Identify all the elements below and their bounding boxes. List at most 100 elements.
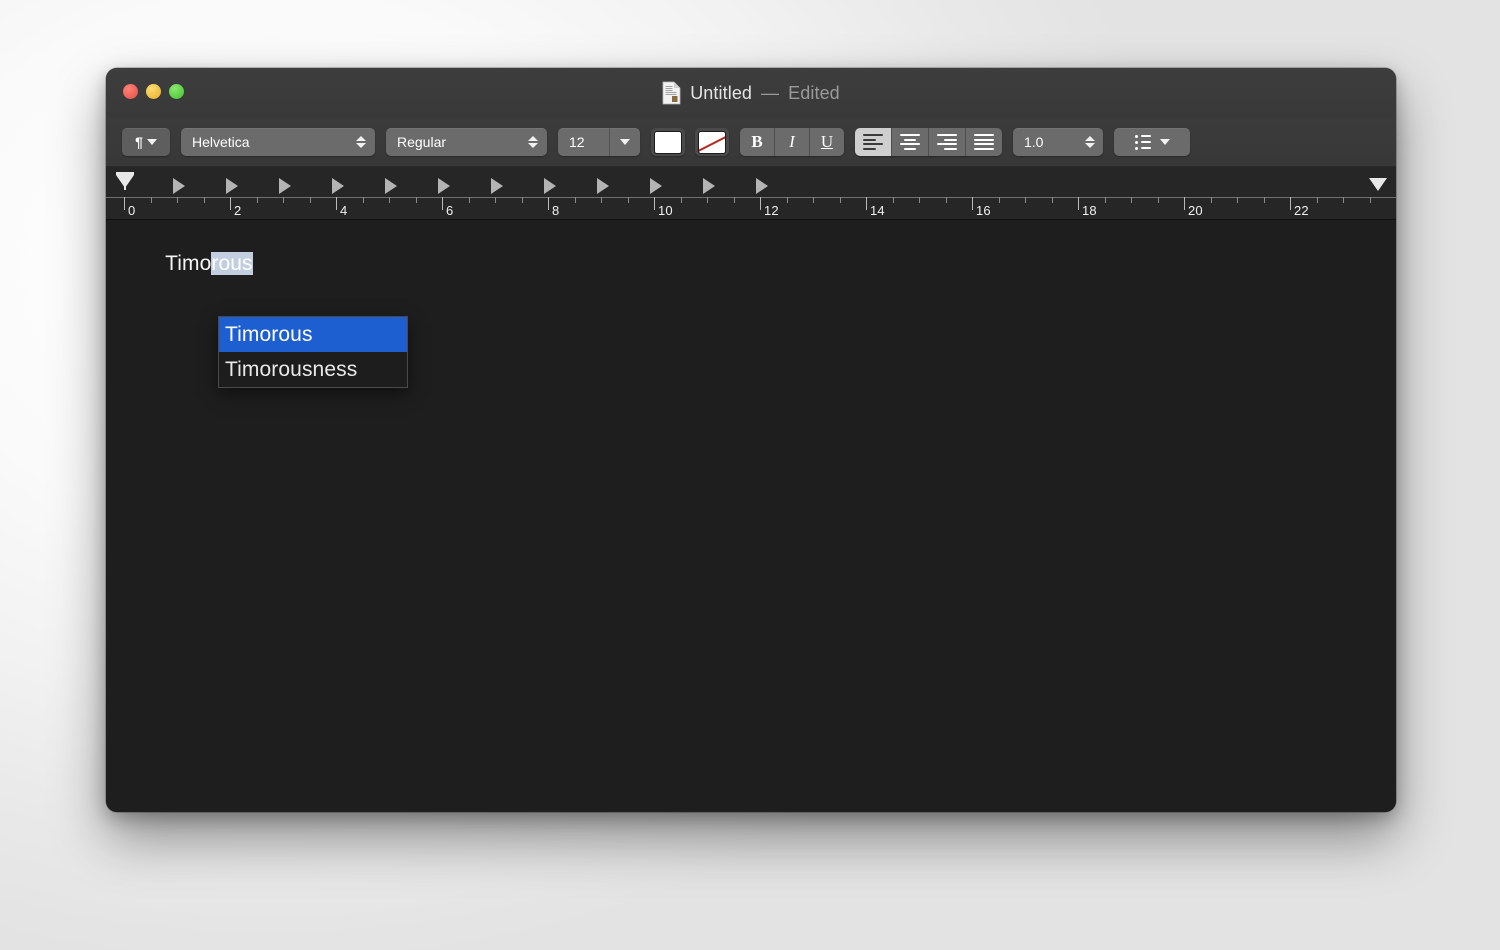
ruler-minor-tick xyxy=(1370,197,1371,203)
ruler-minor-tick xyxy=(893,197,894,203)
ruler-minor-tick xyxy=(1158,197,1159,203)
window-titlebar[interactable]: Untitled — Edited xyxy=(106,68,1396,118)
bulleted-list-icon xyxy=(1135,135,1151,150)
ruler-label: 12 xyxy=(764,203,779,218)
autocomplete-popup: Timorous Timorousness xyxy=(218,316,408,388)
ruler-minor-tick xyxy=(628,197,629,203)
ruler-tab-stop[interactable] xyxy=(438,178,450,194)
ruler-label: 4 xyxy=(340,203,347,218)
bold-button[interactable]: B xyxy=(740,128,775,156)
minimize-button[interactable] xyxy=(146,84,161,99)
text-color-swatch xyxy=(654,131,682,154)
ruler-minor-tick xyxy=(522,197,523,203)
ruler-tab-stop[interactable] xyxy=(279,178,291,194)
ruler-minor-tick xyxy=(495,197,496,203)
ruler[interactable]: 024681012141618202224 xyxy=(106,167,1396,220)
ruler-tab-stop[interactable] xyxy=(332,178,344,194)
ruler-tab-stop[interactable] xyxy=(226,178,238,194)
ruler-minor-tick xyxy=(257,197,258,203)
ruler-major-tick xyxy=(336,197,337,210)
ruler-label: 2 xyxy=(234,203,241,218)
italic-label: I xyxy=(789,132,795,152)
ruler-minor-tick xyxy=(1317,197,1318,203)
ruler-label: 8 xyxy=(552,203,559,218)
ruler-minor-tick xyxy=(204,197,205,203)
ruler-tab-stop[interactable] xyxy=(173,178,185,194)
chevron-down-icon xyxy=(620,139,630,145)
ruler-minor-tick xyxy=(469,197,470,203)
ruler-label: 18 xyxy=(1082,203,1097,218)
ruler-major-tick xyxy=(1290,197,1291,210)
ruler-minor-tick xyxy=(310,197,311,203)
align-justify-button[interactable] xyxy=(966,128,1002,156)
ruler-minor-tick xyxy=(707,197,708,203)
ruler-major-tick xyxy=(1184,197,1185,210)
ruler-major-tick xyxy=(1078,197,1079,210)
text-color-button[interactable] xyxy=(651,128,685,156)
window-title: Untitled xyxy=(690,83,752,104)
font-family-select[interactable]: Helvetica xyxy=(181,128,375,156)
ruler-label: 20 xyxy=(1188,203,1203,218)
background-color-none-swatch xyxy=(698,131,726,154)
ruler-minor-tick xyxy=(840,197,841,203)
align-right-button[interactable] xyxy=(929,128,966,156)
font-size-value: 12 xyxy=(558,128,609,156)
ruler-tab-stop[interactable] xyxy=(385,178,397,194)
font-style-value: Regular xyxy=(397,134,446,150)
line-spacing-select[interactable]: 1.0 xyxy=(1013,128,1103,156)
autocomplete-item-label: Timorous xyxy=(225,323,313,347)
ruler-tab-stop[interactable] xyxy=(491,178,503,194)
autocomplete-item[interactable]: Timorousness xyxy=(219,352,407,387)
text-style-segmented-control: B I U xyxy=(740,128,844,156)
alignment-segmented-control xyxy=(855,128,1002,156)
ruler-minor-tick xyxy=(1052,197,1053,203)
close-button[interactable] xyxy=(123,84,138,99)
list-style-button[interactable] xyxy=(1114,128,1190,156)
ruler-minor-tick xyxy=(1131,197,1132,203)
underline-button[interactable]: U xyxy=(810,128,844,156)
ruler-minor-tick xyxy=(177,197,178,203)
ruler-minor-tick xyxy=(601,197,602,203)
font-style-select[interactable]: Regular xyxy=(386,128,547,156)
background-color-button[interactable] xyxy=(695,128,729,156)
ruler-tab-stop[interactable] xyxy=(703,178,715,194)
stepper-icon xyxy=(355,136,367,148)
ruler-major-tick xyxy=(442,197,443,210)
align-left-button[interactable] xyxy=(855,128,892,156)
ruler-label: 6 xyxy=(446,203,453,218)
ruler-label: 16 xyxy=(976,203,991,218)
align-center-button[interactable] xyxy=(892,128,929,156)
bold-label: B xyxy=(751,132,762,152)
ruler-minor-tick xyxy=(734,197,735,203)
maximize-button[interactable] xyxy=(169,84,184,99)
ruler-label: 0 xyxy=(128,203,135,218)
ruler-tab-stop[interactable] xyxy=(597,178,609,194)
ruler-major-tick xyxy=(230,197,231,210)
font-size-dropdown-button[interactable] xyxy=(609,128,640,156)
ruler-minor-tick xyxy=(1211,197,1212,203)
right-indent-marker[interactable] xyxy=(1369,178,1387,191)
ruler-baseline xyxy=(106,197,1396,198)
ruler-minor-tick xyxy=(416,197,417,203)
stepper-icon xyxy=(1084,136,1096,148)
italic-button[interactable]: I xyxy=(775,128,810,156)
ruler-major-tick xyxy=(972,197,973,210)
autocomplete-item[interactable]: Timorous xyxy=(219,317,407,352)
ruler-tab-stop[interactable] xyxy=(756,178,768,194)
left-indent-marker[interactable] xyxy=(116,175,134,188)
formatting-toolbar: ¶ Helvetica Regular 12 xyxy=(106,118,1396,167)
ruler-minor-tick xyxy=(1264,197,1265,203)
document-text-area[interactable]: Timorous xyxy=(106,220,1396,812)
completion-selected-text: rous xyxy=(211,252,252,275)
font-size-combo[interactable]: 12 xyxy=(558,128,640,156)
document-line: Timorous xyxy=(118,228,253,300)
align-right-icon xyxy=(937,134,957,150)
ruler-tab-stop[interactable] xyxy=(544,178,556,194)
paragraph-style-button[interactable]: ¶ xyxy=(122,128,170,156)
chevron-down-icon xyxy=(1160,139,1170,145)
ruler-minor-tick xyxy=(813,197,814,203)
ruler-tab-stop[interactable] xyxy=(650,178,662,194)
line-spacing-value: 1.0 xyxy=(1024,134,1043,150)
underline-label: U xyxy=(821,132,833,152)
stepper-icon xyxy=(527,136,539,148)
